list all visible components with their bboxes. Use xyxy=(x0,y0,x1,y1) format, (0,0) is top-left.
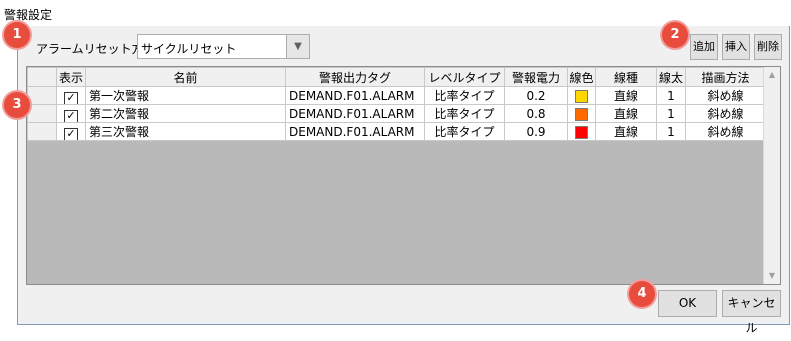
row-header-corner xyxy=(27,67,57,87)
line-type-cell[interactable]: 直線 xyxy=(595,86,657,105)
line-width-cell[interactable]: 1 xyxy=(656,86,686,105)
draw-method-cell[interactable]: 斜め線 xyxy=(685,86,766,105)
alarm-grid: 表示 名前 警報出力タグ レベルタイプ 警報電力 線色 線種 線太 描画方法 ✓… xyxy=(26,66,781,285)
line-width-cell[interactable]: 1 xyxy=(656,122,686,141)
callout-badge: 1 xyxy=(4,22,30,48)
visible-checkbox[interactable]: ✓ xyxy=(56,104,86,123)
insert-button[interactable]: 挿入 xyxy=(722,34,750,60)
checkmark-icon[interactable]: ✓ xyxy=(64,91,78,104)
power-cell[interactable]: 0.9 xyxy=(504,122,568,141)
draw-method-cell[interactable]: 斜め線 xyxy=(685,122,766,141)
column-header[interactable]: レベルタイプ xyxy=(424,67,505,87)
column-header[interactable]: 名前 xyxy=(85,67,286,87)
column-header[interactable]: 表示 xyxy=(56,67,86,87)
delete-button[interactable]: 削除 xyxy=(754,34,782,60)
callout-badge: 3 xyxy=(4,92,30,118)
tag-cell[interactable]: DEMAND.F01.ALARM xyxy=(285,86,425,105)
line-type-cell[interactable]: 直線 xyxy=(595,122,657,141)
scroll-down-icon[interactable]: ▼ xyxy=(764,269,780,283)
level-type-cell[interactable]: 比率タイプ xyxy=(424,122,505,141)
alarm-table: 表示 名前 警報出力タグ レベルタイプ 警報電力 線色 線種 線太 描画方法 ✓… xyxy=(27,67,766,141)
color-cell[interactable] xyxy=(567,104,596,123)
color-cell[interactable] xyxy=(567,86,596,105)
callout-badge: 2 xyxy=(662,22,688,48)
vertical-scrollbar[interactable]: ▲ ▼ xyxy=(763,67,780,284)
color-swatch[interactable] xyxy=(575,89,588,103)
color-cell[interactable] xyxy=(567,122,596,141)
row-header[interactable] xyxy=(27,104,57,123)
power-cell[interactable]: 0.8 xyxy=(504,104,568,123)
name-cell[interactable]: 第二次警報 xyxy=(85,104,286,123)
color-swatch[interactable] xyxy=(575,107,588,121)
power-cell[interactable]: 0.2 xyxy=(504,86,568,105)
visible-checkbox[interactable]: ✓ xyxy=(56,122,86,141)
line-width-cell[interactable]: 1 xyxy=(656,104,686,123)
column-header[interactable]: 線色 xyxy=(567,67,596,87)
window-title: 警報設定 xyxy=(4,8,53,22)
row-header[interactable] xyxy=(27,86,57,105)
add-button[interactable]: 追加 xyxy=(690,34,718,60)
row-header[interactable] xyxy=(27,122,57,141)
line-type-cell[interactable]: 直線 xyxy=(595,104,657,123)
ok-button[interactable]: OK xyxy=(658,290,717,317)
table-row[interactable]: ✓ 第一次警報 DEMAND.F01.ALARM 比率タイプ 0.2 直線 1 … xyxy=(27,86,766,105)
triangle-down-icon[interactable]: ▼ xyxy=(286,35,309,58)
name-cell[interactable]: 第一次警報 xyxy=(85,86,286,105)
cancel-button[interactable]: キャンセル xyxy=(722,290,781,335)
column-header[interactable]: 線太 xyxy=(656,67,686,87)
header-row: 表示 名前 警報出力タグ レベルタイプ 警報電力 線色 線種 線太 描画方法 xyxy=(27,67,766,87)
column-header[interactable]: 警報出力タグ xyxy=(285,67,425,87)
table-row[interactable]: ✓ 第二次警報 DEMAND.F01.ALARM 比率タイプ 0.8 直線 1 … xyxy=(27,104,766,123)
level-type-cell[interactable]: 比率タイプ xyxy=(424,86,505,105)
visible-checkbox[interactable]: ✓ xyxy=(56,86,86,105)
level-type-cell[interactable]: 比率タイプ xyxy=(424,104,505,123)
column-header[interactable]: 描画方法 xyxy=(685,67,766,87)
table-row[interactable]: ✓ 第三次警報 DEMAND.F01.ALARM 比率タイプ 0.9 直線 1 … xyxy=(27,122,766,141)
column-header[interactable]: 警報電力 xyxy=(504,67,568,87)
name-cell[interactable]: 第三次警報 xyxy=(85,122,286,141)
column-header[interactable]: 線種 xyxy=(595,67,657,87)
scroll-up-icon[interactable]: ▲ xyxy=(764,68,780,82)
reset-method-value: サイクルリセット xyxy=(141,42,237,56)
checkmark-icon[interactable]: ✓ xyxy=(64,109,78,122)
draw-method-cell[interactable]: 斜め線 xyxy=(685,104,766,123)
tag-cell[interactable]: DEMAND.F01.ALARM xyxy=(285,104,425,123)
checkmark-icon[interactable]: ✓ xyxy=(64,127,78,140)
reset-method-select[interactable]: サイクルリセット ▼ xyxy=(137,34,310,59)
color-swatch[interactable] xyxy=(575,125,588,139)
callout-badge: 4 xyxy=(629,281,655,307)
tag-cell[interactable]: DEMAND.F01.ALARM xyxy=(285,122,425,141)
alarm-settings-dialog: 警報設定 アラームリセット方法 サイクルリセット ▼ 追加 挿入 削除 表示 名… xyxy=(0,0,790,335)
